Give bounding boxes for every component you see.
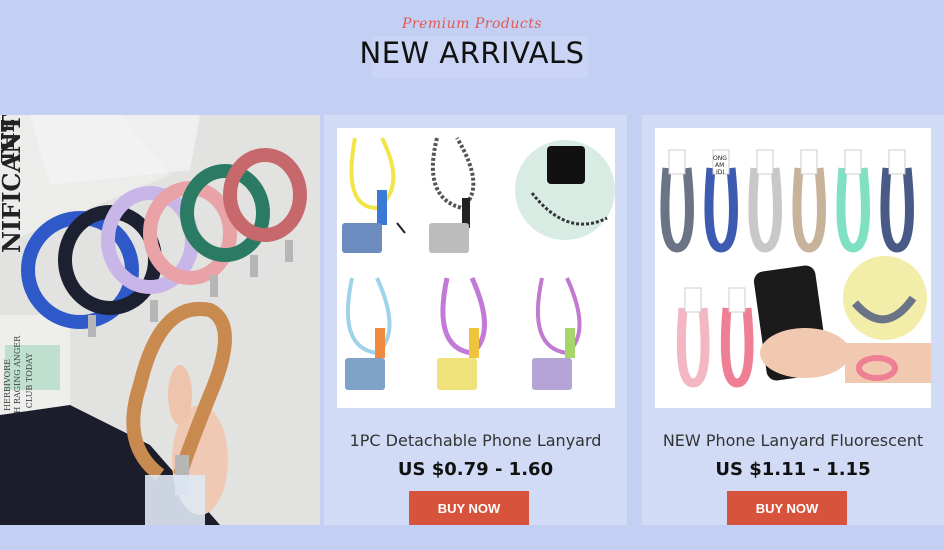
detachable-lanyard-image [337,128,615,408]
strap-label-2: AM [715,162,724,169]
product-price-2: US $1.11 - 1.15 [715,459,871,480]
product-card-1[interactable]: 1PC Detachable Phone Lanyard US $0.79 - … [324,115,627,525]
newspaper-text-1: HERBIVORE [3,359,12,411]
product-price-1: US $0.79 - 1.60 [397,459,554,480]
fluorescent-lanyard-image: ONG AM IDI [655,128,931,408]
strap-label-3: IDI [716,169,724,176]
product-name-1[interactable]: 1PC Detachable Phone Lanyard [324,431,627,450]
product-card-2[interactable]: ONG AM IDI NEW Phone Lanyard Fluorescent… [642,115,944,525]
section-title: NEW ARRIVALS [359,36,585,70]
strap-label-1: ONG [713,155,727,162]
product-image-2[interactable]: ONG AM IDI [655,128,931,408]
newspaper-text-2: TH RAGING ANGER [13,335,22,419]
product-image-1[interactable] [337,128,615,408]
newspaper-headline-2: THE [0,119,19,163]
section-header: Premium Products NEW ARRIVALS [0,0,944,115]
hero-illustration: NIFICANT THE HERBIVORE TH RAGING ANGER T… [0,115,320,525]
section-subtitle: Premium Products [401,16,543,32]
buy-now-button-1[interactable]: BUY NOW [409,491,529,525]
hero-image-silicone-rings[interactable]: NIFICANT THE HERBIVORE TH RAGING ANGER T… [0,115,320,525]
buy-now-button-2[interactable]: BUY NOW [727,491,847,525]
product-name-2[interactable]: NEW Phone Lanyard Fluorescent [642,431,944,450]
